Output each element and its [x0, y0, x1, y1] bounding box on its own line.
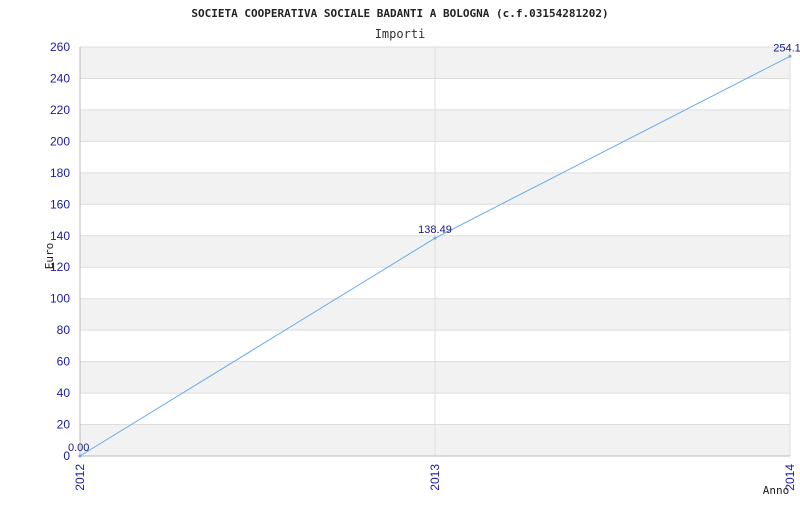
y-tick-label: 160	[50, 197, 70, 211]
chart: 0.00 138.49 254.1 0 20 40 60 80 100 120 140 160 180…	[0, 0, 800, 500]
data-point	[78, 454, 82, 458]
y-tick-label: 80	[57, 323, 71, 337]
data-label: 138.49	[418, 224, 452, 236]
y-tick-label: 0	[63, 449, 70, 463]
y-tick-label: 180	[50, 166, 70, 180]
x-tick-label: 2013	[428, 464, 442, 491]
data-label: 254.1	[773, 42, 800, 54]
y-tick-label: 60	[57, 355, 71, 369]
chart-subtitle: Importi	[375, 27, 426, 41]
data-point	[788, 54, 792, 58]
y-tick-label: 40	[57, 386, 71, 400]
y-tick-label: 240	[50, 71, 70, 85]
y-tick-label: 140	[50, 229, 70, 243]
y-tick-label: 220	[50, 103, 70, 117]
y-tick-label: 100	[50, 292, 70, 306]
data-label: 0.00	[68, 442, 89, 454]
data-point	[433, 236, 437, 240]
y-axis-label: Euro	[43, 243, 56, 270]
x-tick-labels: 2012 2013 2014	[73, 464, 797, 491]
x-tick-label: 2012	[73, 464, 87, 491]
chart-title: SOCIETA COOPERATIVA SOCIALE BADANTI A BO…	[191, 7, 608, 20]
y-tick-label: 200	[50, 134, 70, 148]
y-tick-label: 260	[50, 40, 70, 54]
x-axis-label: Anno	[763, 484, 790, 497]
y-tick-label: 20	[57, 418, 71, 432]
line-chart-svg: 0.00138.49254.1 020406080100120140160180…	[43, 7, 800, 497]
